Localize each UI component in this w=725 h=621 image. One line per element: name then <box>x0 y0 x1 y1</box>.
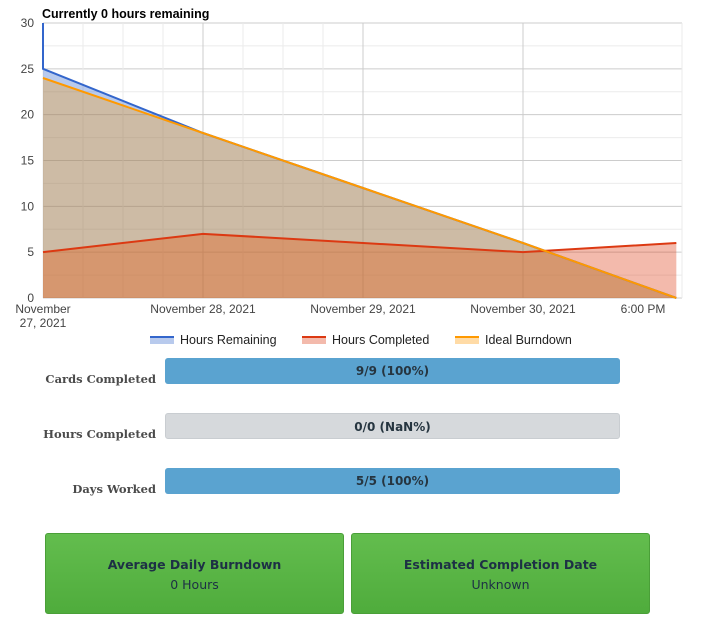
estimated-completion-title: Estimated Completion Date <box>403 557 598 572</box>
hours-completed-row: Hours Completed 0/0 (NaN%) <box>0 413 725 443</box>
hours-completed-value: 0/0 (NaN%) <box>354 420 431 434</box>
hours-completed-progress: 0/0 (NaN%) <box>165 413 620 439</box>
x-tick-label: November 27, 2021 <box>15 302 70 330</box>
days-worked-row: Days Worked 5/5 (100%) <box>0 468 725 498</box>
estimated-completion-value: Unknown <box>471 577 530 592</box>
average-daily-burndown-title: Average Daily Burndown <box>107 557 282 572</box>
y-tick-label: 30 <box>21 16 35 30</box>
legend-label: Hours Completed <box>332 333 429 347</box>
x-tick-label: November 30, 2021 <box>470 302 576 316</box>
x-tick-label: November 29, 2021 <box>310 302 416 316</box>
x-axis-ticks: November 27, 2021 November 28, 2021 Novembe… <box>15 302 665 330</box>
legend-label: Hours Remaining <box>180 333 277 347</box>
y-tick-label: 20 <box>21 108 35 122</box>
x-tick-label: 6:00 PM <box>621 302 666 316</box>
y-tick-label: 25 <box>21 62 35 76</box>
chart-legend: Hours Remaining Hours Completed Ideal Burn… <box>150 333 572 347</box>
hours-completed-label: Hours Completed <box>43 427 156 441</box>
x-tick-label: November 28, 2021 <box>150 302 256 316</box>
legend-swatch <box>150 337 174 344</box>
y-tick-label: 15 <box>21 154 35 168</box>
chart-title: Currently 0 hours remaining <box>42 7 209 21</box>
cards-completed-row: Cards Completed 9/9 (100%) <box>0 358 725 388</box>
legend-swatch <box>302 337 326 344</box>
burndown-chart: 051015202530 November 27, 2021November 28… <box>15 7 683 347</box>
y-tick-label: 5 <box>27 245 34 259</box>
y-axis-ticks: 051015202530 <box>21 16 35 305</box>
days-worked-progress: 5/5 (100%) <box>165 468 620 494</box>
legend-label: Ideal Burndown <box>485 333 572 347</box>
days-worked-label: Days Worked <box>72 482 156 496</box>
average-daily-burndown-card: Average Daily Burndown 0 Hours <box>45 533 344 614</box>
average-daily-burndown-value: 0 Hours <box>170 577 219 592</box>
y-tick-label: 10 <box>21 199 35 213</box>
cards-completed-label: Cards Completed <box>45 372 156 386</box>
cards-completed-value: 9/9 (100%) <box>355 364 430 378</box>
legend-swatch <box>455 337 479 344</box>
days-worked-value: 5/5 (100%) <box>355 474 430 488</box>
estimated-completion-card: Estimated Completion Date Unknown <box>351 533 650 614</box>
cards-completed-progress: 9/9 (100%) <box>165 358 620 384</box>
